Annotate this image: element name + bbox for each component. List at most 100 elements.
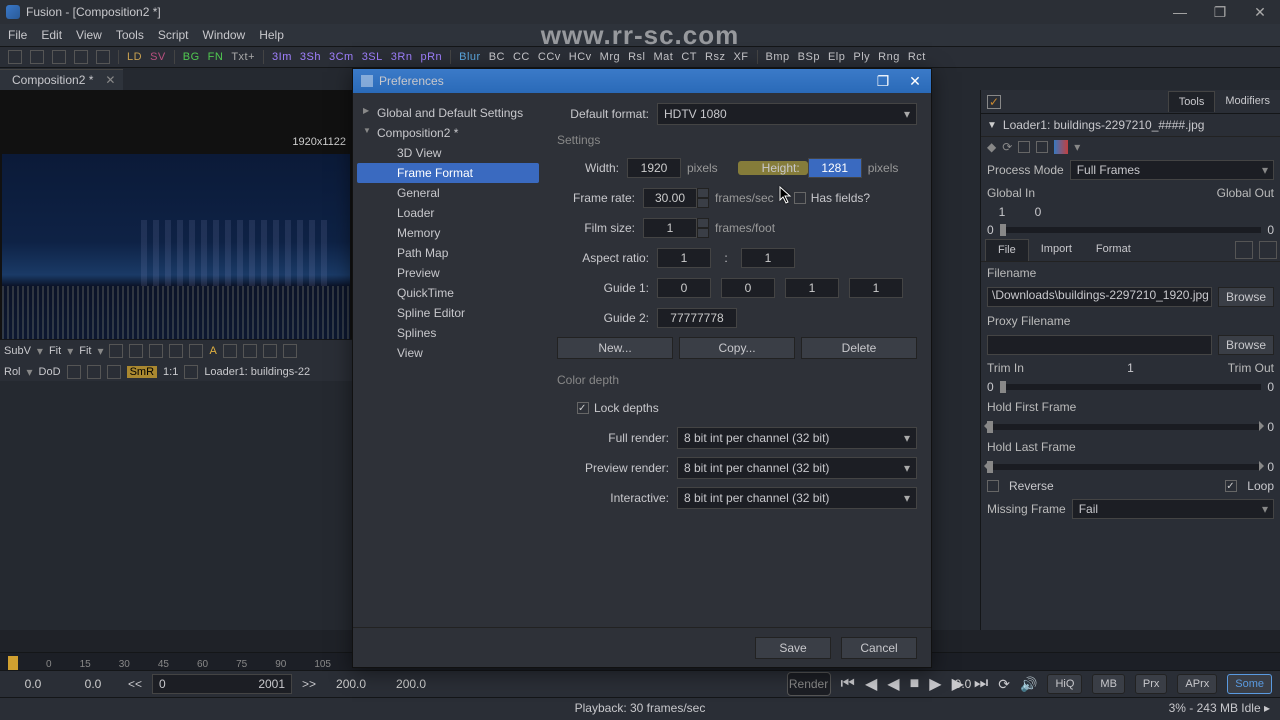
frame-range[interactable]: 02001	[152, 674, 292, 694]
tree-item-frame-format[interactable]: Frame Format	[357, 163, 539, 183]
browse-button[interactable]: Browse	[1218, 335, 1274, 355]
tool-rct[interactable]: Rct	[908, 51, 926, 63]
gear-icon[interactable]	[1235, 241, 1253, 259]
process-mode-dropdown[interactable]: Full Frames	[1070, 160, 1274, 180]
smr-label[interactable]: SmR	[127, 366, 157, 378]
render-button[interactable]: Render	[787, 672, 831, 696]
missing-frame-dropdown[interactable]: Fail	[1072, 499, 1274, 519]
layout-icon-2[interactable]	[30, 50, 44, 64]
lock-icon[interactable]	[1018, 141, 1030, 153]
tool-xf[interactable]: XF	[733, 51, 748, 63]
tool-ld[interactable]: LD	[127, 51, 142, 63]
height-input[interactable]	[808, 158, 862, 178]
tree-item-memory[interactable]: Memory	[357, 223, 539, 243]
viewer-tool-icon[interactable]	[109, 344, 123, 358]
range-end-a[interactable]: 200.0	[326, 677, 376, 691]
ratio-label[interactable]: 1:1	[163, 366, 178, 378]
framerate-input[interactable]	[643, 188, 697, 208]
color-swatch[interactable]	[1054, 140, 1068, 154]
tool-elp[interactable]: Elp	[828, 51, 845, 63]
nav-next[interactable]: >>	[302, 677, 316, 691]
viewer[interactable]: 1920x1122	[0, 90, 352, 339]
tool-txt[interactable]: Txt+	[231, 51, 255, 63]
viewer-tool-icon[interactable]	[87, 365, 101, 379]
tool-3sl[interactable]: 3SL	[362, 51, 383, 63]
lockdepths-checkbox[interactable]	[577, 402, 589, 414]
viewer-tool-icon[interactable]	[243, 344, 257, 358]
step-back-icon[interactable]: ◀	[865, 674, 877, 694]
guide1-c[interactable]	[785, 278, 839, 298]
menu-tools[interactable]: Tools	[116, 28, 144, 42]
tree-item-preview[interactable]: Preview	[357, 263, 539, 283]
range-end-b[interactable]: 200.0	[386, 677, 436, 691]
dialog-titlebar[interactable]: Preferences ❐ ✕	[353, 69, 931, 93]
tool-3sh[interactable]: 3Sh	[300, 51, 321, 63]
filmsize-input[interactable]	[643, 218, 697, 238]
reset-icon[interactable]: ⟳	[1002, 140, 1012, 154]
tree-item-splines[interactable]: Splines	[357, 323, 539, 343]
composition-tab[interactable]: Composition2 * ✕	[0, 69, 123, 90]
layout-icon-1[interactable]	[8, 50, 22, 64]
holdfirst-slider[interactable]	[987, 424, 1261, 430]
tab-tools[interactable]: Tools	[1168, 91, 1216, 112]
hiq-toggle[interactable]: HiQ	[1047, 674, 1082, 694]
interactive-dropdown[interactable]: 8 bit int per channel (32 bit)	[677, 487, 917, 509]
script-icon[interactable]	[1259, 241, 1277, 259]
guide1-d[interactable]	[849, 278, 903, 298]
tool-3im[interactable]: 3Im	[272, 51, 292, 63]
proxy-input[interactable]	[987, 335, 1212, 355]
right-frame[interactable]: 0.0	[938, 677, 988, 691]
tool-bmp[interactable]: Bmp	[766, 51, 790, 63]
current-frame[interactable]: 0.0	[68, 677, 118, 691]
tool-hcv[interactable]: HCv	[569, 51, 592, 63]
tool-rsz[interactable]: Rsz	[705, 51, 725, 63]
viewer-tool-icon[interactable]	[283, 344, 297, 358]
guide2-input[interactable]	[657, 308, 737, 328]
tool-ct[interactable]: CT	[681, 51, 697, 63]
tool-rng[interactable]: Rng	[878, 51, 900, 63]
menu-script[interactable]: Script	[158, 28, 189, 42]
viewer-tool-icon[interactable]	[263, 344, 277, 358]
menu-view[interactable]: View	[76, 28, 102, 42]
subtab-file[interactable]: File	[985, 239, 1029, 261]
skip-start-icon[interactable]: ⏮	[841, 675, 855, 693]
guide1-a[interactable]	[657, 278, 711, 298]
tool-rsl[interactable]: Rsl	[628, 51, 645, 63]
menu-edit[interactable]: Edit	[41, 28, 62, 42]
tool-blur[interactable]: Blur	[459, 51, 481, 63]
loop-icon[interactable]: ⟳	[998, 676, 1010, 693]
tree-item-splineeditor[interactable]: Spline Editor	[357, 303, 539, 323]
tree-item-quicktime[interactable]: QuickTime	[357, 283, 539, 303]
fullrender-dropdown[interactable]: 8 bit int per channel (32 bit)	[677, 427, 917, 449]
audio-icon[interactable]: 🔊	[1020, 676, 1037, 693]
fit-label-2[interactable]: Fit	[79, 345, 91, 357]
hasfields-checkbox[interactable]	[794, 192, 806, 204]
viewer-tool-icon[interactable]	[169, 344, 183, 358]
holdlast-slider[interactable]	[987, 464, 1261, 470]
tree-item-view[interactable]: View	[357, 343, 539, 363]
tab-modifiers[interactable]: Modifiers	[1215, 91, 1280, 112]
browse-button[interactable]: Browse	[1218, 287, 1274, 307]
maximize-button[interactable]: ❐	[1200, 0, 1240, 24]
framerate-spinner[interactable]	[697, 188, 709, 208]
play-reverse-icon[interactable]: ◀	[887, 674, 899, 694]
delete-button[interactable]: Delete	[801, 337, 917, 359]
some-toggle[interactable]: Some	[1227, 674, 1272, 694]
tree-item-pathmap[interactable]: Path Map	[357, 243, 539, 263]
viewer-tool-icon[interactable]	[184, 365, 198, 379]
viewer-tool-icon[interactable]	[223, 344, 237, 358]
tool-ccv[interactable]: CCv	[538, 51, 561, 63]
keyframe-icon[interactable]: ◆	[987, 140, 996, 154]
expand-icon[interactable]: ▼	[987, 120, 997, 131]
filmsize-spinner[interactable]	[697, 218, 709, 238]
trim-in-input[interactable]: 0	[987, 380, 994, 394]
close-button[interactable]: ✕	[1240, 0, 1280, 24]
width-input[interactable]	[627, 158, 681, 178]
aspect-b-input[interactable]	[741, 248, 795, 268]
global-out-input[interactable]: 0	[1267, 223, 1274, 237]
save-icon[interactable]	[1036, 141, 1048, 153]
copy-button[interactable]: Copy...	[679, 337, 795, 359]
default-format-dropdown[interactable]: HDTV 1080	[657, 103, 917, 125]
tool-3rn[interactable]: 3Rn	[391, 51, 413, 63]
subtab-format[interactable]: Format	[1084, 239, 1143, 261]
